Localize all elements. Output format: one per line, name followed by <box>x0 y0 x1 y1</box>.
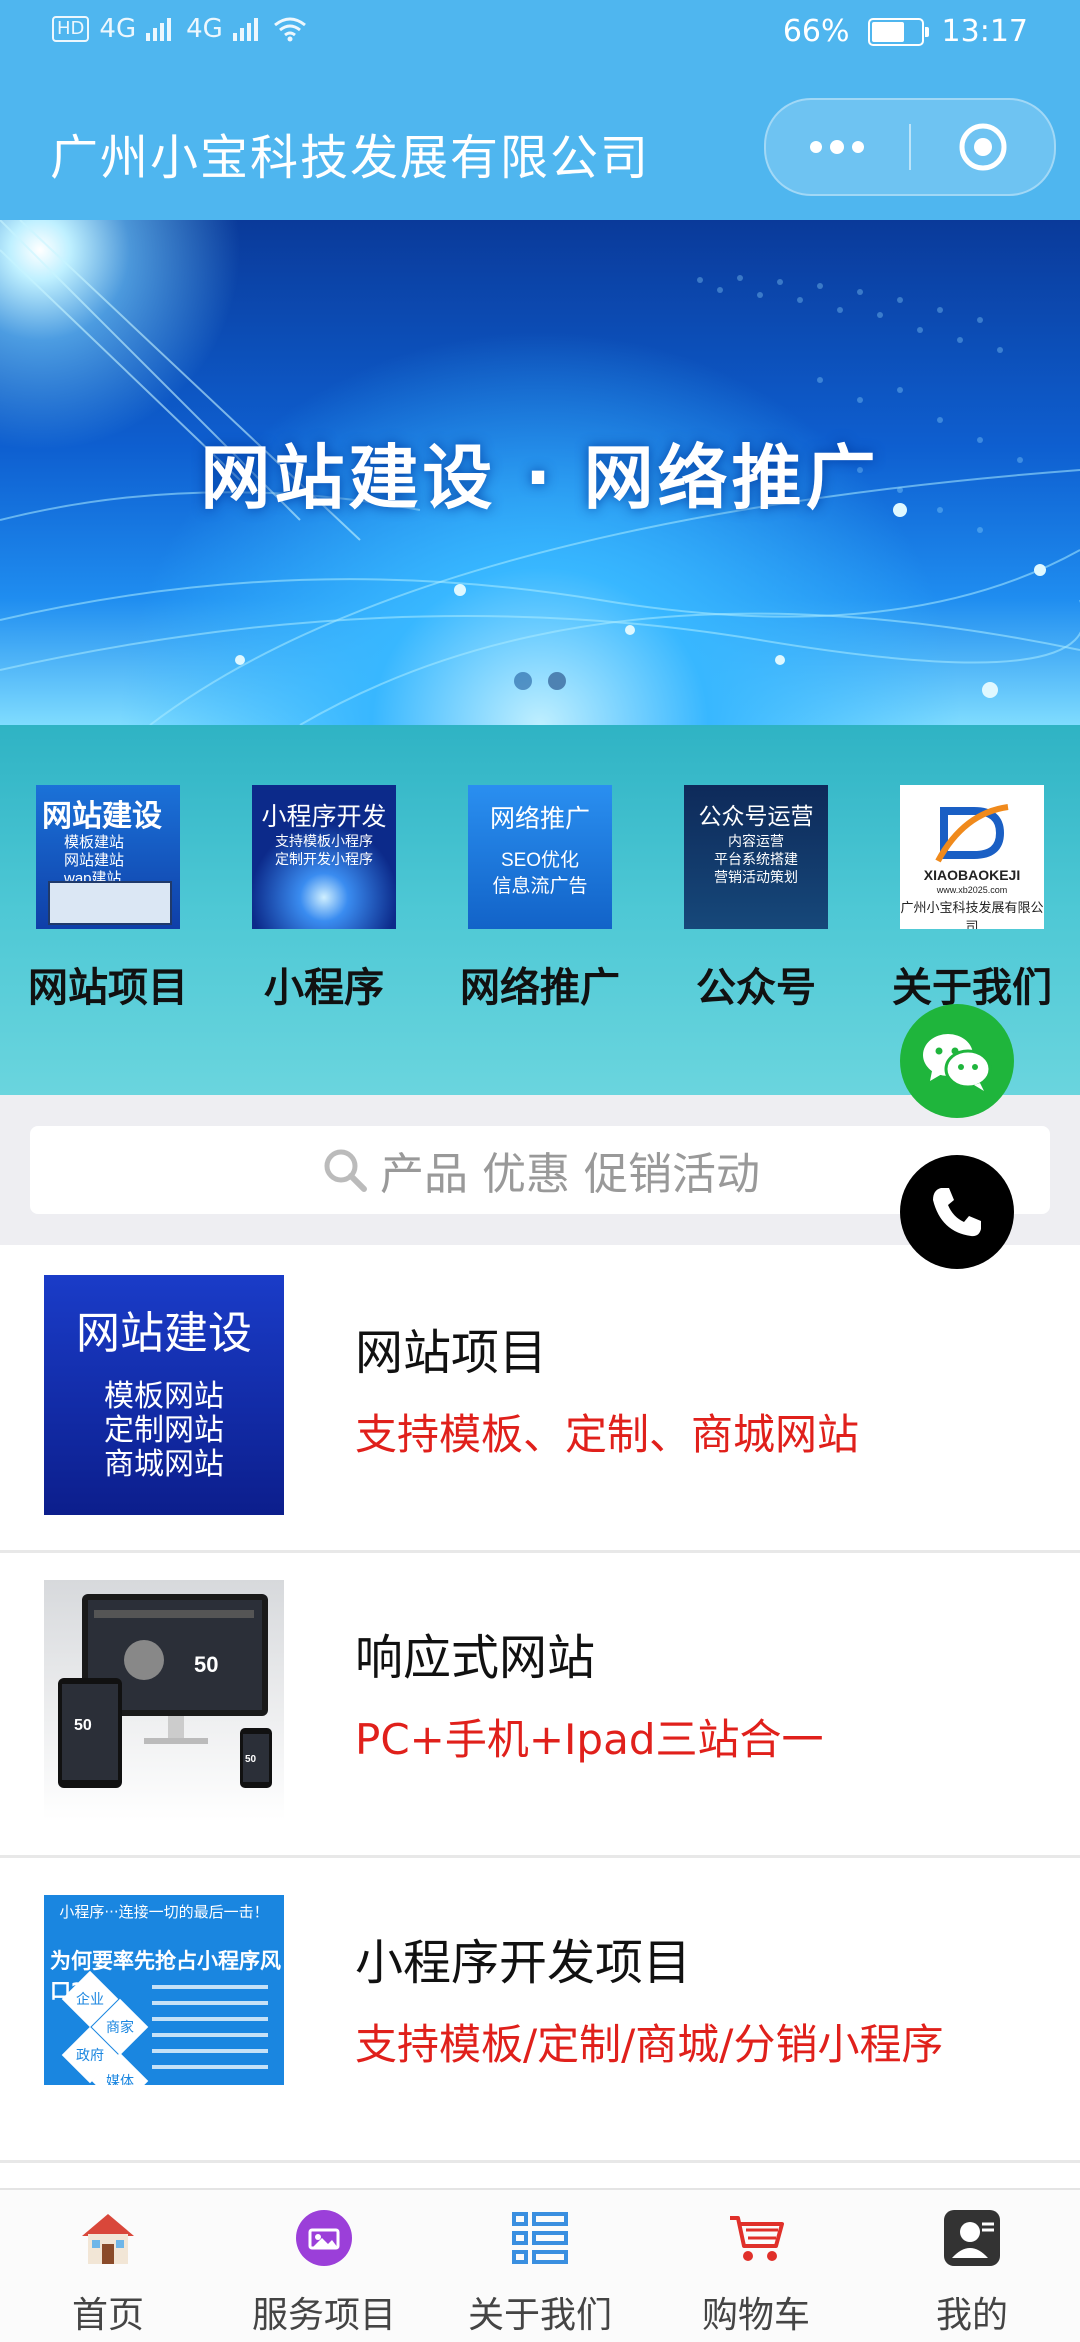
search-input[interactable]: 产品 优惠 促销活动 <box>30 1126 1050 1214</box>
product-image-mini-program: 小程序···连接一切的最后一击！ 为何要率先抢占小程序风口? 企业 商家 政府 … <box>44 1895 284 2085</box>
network-indicators: HD 4G 4G <box>52 14 307 44</box>
product-item-website[interactable]: 网站建设 模板网站 定制网站 商城网站 网站项目 支持模板、定制、商城网站 <box>0 1245 1080 1553</box>
service-icon <box>296 2210 352 2266</box>
network-label-1: 4G <box>99 14 137 44</box>
phone-icon <box>933 1188 981 1237</box>
category-promotion[interactable]: 网络推广 SEO优化 信息流广告 网络推广 <box>460 785 620 1013</box>
search-icon <box>324 1149 367 1192</box>
category-mini-program[interactable]: 小程序开发 支持模板小程序 定制开发小程序 小程序 <box>244 785 404 1013</box>
product-name: 网站项目 <box>355 1325 548 1381</box>
banner-carousel[interactable]: 网站建设 · 网络推广 <box>0 220 1080 725</box>
product-desc: PC+手机+Ipad三站合一 <box>355 1715 824 1764</box>
battery-percent: 66% <box>782 14 850 49</box>
category-label: 网站项目 <box>28 965 188 1011</box>
about-list-icon <box>512 2212 568 2264</box>
devices-mockup-image: 50 50 50 <box>58 1594 272 1788</box>
carousel-dot-active[interactable] <box>548 672 566 690</box>
tab-mine[interactable]: 我的 <box>864 2190 1080 2342</box>
battery-icon <box>867 17 929 46</box>
hd-icon: HD <box>52 16 90 42</box>
category-about-us[interactable]: XIAOBAOKEJI www.xb2025.com 广州小宝科技发展有限公司 … <box>892 785 1052 1013</box>
signal-icon-2 <box>232 18 258 41</box>
tab-label: 购物车 <box>701 2295 810 2336</box>
wechat-contact-button[interactable] <box>900 1004 1014 1118</box>
user-icon <box>944 2210 1000 2266</box>
product-name: 响应式网站 <box>355 1630 596 1686</box>
category-label: 小程序 <box>264 965 384 1011</box>
carousel-indicators <box>0 672 1080 690</box>
product-image-website: 网站建设 模板网站 定制网站 商城网站 <box>44 1275 284 1515</box>
promotion-category-image: 网络推广 SEO优化 信息流广告 <box>468 785 612 929</box>
category-website[interactable]: 网站建设 模板建站 网站建站 wap建站 网站项目 <box>28 785 188 1013</box>
company-logo-icon <box>935 804 1009 863</box>
app-header: HD 4G 4G 66% 13:17 广州小宝科技发展有限公司 <box>0 0 1080 220</box>
tab-label: 首页 <box>71 2295 144 2336</box>
tab-about[interactable]: 关于我们 <box>432 2190 648 2342</box>
product-desc: 支持模板、定制、商城网站 <box>355 1410 860 1459</box>
carousel-dot[interactable] <box>514 672 532 690</box>
search-placeholder: 产品 优惠 促销活动 <box>380 1149 760 1200</box>
tab-services[interactable]: 服务项目 <box>216 2190 432 2342</box>
product-desc: 支持模板/定制/商城/分销小程序 <box>355 2020 944 2069</box>
svg-text:50: 50 <box>194 1652 218 1677</box>
banner-headline: 网站建设 · 网络推广 <box>200 437 880 519</box>
mini-program-capsule <box>764 98 1056 196</box>
clock: 13:17 <box>941 14 1028 49</box>
page-title: 广州小宝科技发展有限公司 <box>50 130 651 186</box>
status-right: 66% 13:17 <box>783 14 1028 49</box>
close-target-icon[interactable] <box>956 120 1010 174</box>
wechat-icon <box>923 1034 992 1091</box>
website-category-image: 网站建设 模板建站 网站建站 wap建站 <box>36 785 180 929</box>
tab-home[interactable]: 首页 <box>0 2190 216 2342</box>
svg-text:50: 50 <box>245 1754 257 1765</box>
battery-fill <box>871 21 904 42</box>
tab-label: 服务项目 <box>251 2295 396 2336</box>
more-menu-button[interactable] <box>766 100 908 194</box>
capsule-divider <box>909 124 911 170</box>
status-bar: HD 4G 4G 66% 13:17 <box>0 0 1080 70</box>
category-label: 关于我们 <box>892 965 1052 1011</box>
tab-label: 关于我们 <box>467 2295 612 2336</box>
product-item-mini-program[interactable]: 小程序···连接一切的最后一击！ 为何要率先抢占小程序风口? 企业 商家 政府 … <box>0 1855 1080 2163</box>
wifi-icon <box>273 17 306 42</box>
bottom-tab-bar: 首页 服务项目 关于我们 购物车 我的 <box>0 2188 1080 2342</box>
category-label: 公众号 <box>696 965 816 1011</box>
product-image-responsive: 50 50 50 <box>44 1580 284 1820</box>
mini-program-category-image: 小程序开发 支持模板小程序 定制开发小程序 <box>252 785 396 929</box>
network-label-2: 4G <box>186 14 223 44</box>
cart-icon <box>730 2216 784 2261</box>
company-logo-image: XIAOBAOKEJI www.xb2025.com 广州小宝科技发展有限公司 <box>900 785 1044 929</box>
product-name: 小程序开发项目 <box>355 1935 692 1991</box>
tab-cart[interactable]: 购物车 <box>648 2190 864 2342</box>
category-label: 网络推广 <box>460 965 620 1011</box>
product-item-responsive[interactable]: 50 50 50 响应式网站 PC+手机+Ipad三站合一 <box>0 1550 1080 1858</box>
home-icon <box>82 2214 134 2264</box>
official-account-category-image: 公众号运营 内容运营 平台系统搭建 营销活动策划 <box>684 785 828 929</box>
tab-label: 我的 <box>935 2295 1008 2336</box>
svg-text:50: 50 <box>74 1717 92 1734</box>
signal-icon <box>146 18 172 41</box>
category-official-account[interactable]: 公众号运营 内容运营 平台系统搭建 营销活动策划 公众号 <box>676 785 836 1013</box>
